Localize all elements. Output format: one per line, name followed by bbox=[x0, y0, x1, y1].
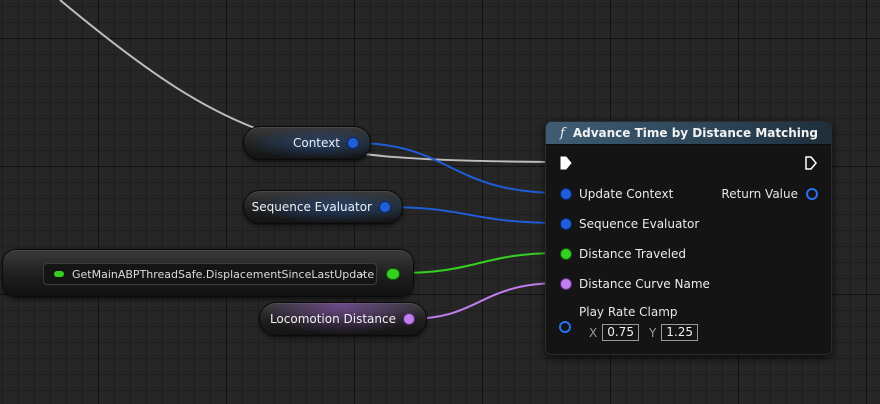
play-rate-clamp-fields: X 0.75 Y 1.25 bbox=[589, 324, 708, 341]
sequence-evaluator-node[interactable]: Sequence Evaluator bbox=[243, 190, 403, 224]
return-value-row[interactable]: Return Value bbox=[721, 187, 818, 201]
displacement-output-pin[interactable] bbox=[387, 269, 399, 279]
distance-curve-name-label: Distance Curve Name bbox=[579, 277, 710, 291]
distance-curve-name-wire bbox=[408, 282, 561, 320]
property-path-label: GetMainABPThreadSafe.DisplacementSinceLa… bbox=[72, 267, 375, 281]
exec-input-pin-icon[interactable] bbox=[560, 156, 572, 170]
clamp-x-label: X bbox=[589, 325, 598, 340]
distance-traveled-pin[interactable] bbox=[561, 249, 571, 259]
update-context-label: Update Context bbox=[579, 187, 674, 201]
function-icon bbox=[54, 271, 64, 277]
play-rate-clamp-label: Play Rate Clamp bbox=[579, 305, 678, 319]
distance-curve-name-row[interactable]: Distance Curve Name bbox=[546, 275, 710, 293]
function-node-title: Advance Time by Distance Matching bbox=[572, 126, 818, 140]
sequence-evaluator-output-pin[interactable] bbox=[380, 202, 390, 212]
sequence-evaluator-input-row[interactable]: Sequence Evaluator bbox=[546, 215, 699, 233]
exec-output-pin-icon[interactable] bbox=[805, 156, 817, 170]
chevron-down-icon: ⌄ bbox=[357, 268, 366, 279]
distance-traveled-wire bbox=[397, 252, 561, 274]
locomotion-distance-node-label: Locomotion Distance bbox=[269, 312, 396, 326]
return-value-label: Return Value bbox=[721, 187, 798, 201]
function-icon: f bbox=[560, 125, 565, 141]
clamp-x-input[interactable]: 0.75 bbox=[602, 324, 639, 341]
update-context-pin[interactable] bbox=[561, 189, 571, 199]
property-access-node[interactable]: GetMainABPThreadSafe.DisplacementSinceLa… bbox=[2, 249, 414, 297]
advance-time-function-node[interactable]: f Advance Time by Distance Matching Upda… bbox=[545, 121, 832, 355]
context-wire bbox=[354, 142, 561, 194]
distance-curve-name-pin[interactable] bbox=[561, 279, 571, 289]
function-node-header[interactable]: f Advance Time by Distance Matching bbox=[546, 122, 831, 145]
sequence-evaluator-node-label: Sequence Evaluator bbox=[251, 200, 372, 214]
distance-traveled-row[interactable]: Distance Traveled bbox=[546, 245, 686, 263]
distance-traveled-label: Distance Traveled bbox=[579, 247, 686, 261]
property-path-dropdown[interactable]: GetMainABPThreadSafe.DisplacementSinceLa… bbox=[43, 263, 377, 285]
sequence-evaluator-input-pin[interactable] bbox=[561, 219, 571, 229]
locomotion-distance-node[interactable]: Locomotion Distance bbox=[259, 302, 427, 336]
locomotion-distance-output-pin[interactable] bbox=[404, 314, 414, 324]
return-value-pin[interactable] bbox=[806, 188, 818, 200]
context-node[interactable]: Context bbox=[243, 126, 371, 160]
update-context-row[interactable]: Update Context bbox=[546, 185, 673, 203]
context-output-pin[interactable] bbox=[348, 138, 358, 148]
clamp-y-input[interactable]: 1.25 bbox=[661, 324, 699, 341]
clamp-y-label: Y bbox=[648, 325, 657, 340]
play-rate-clamp-pin[interactable] bbox=[559, 321, 571, 333]
sequence-evaluator-input-label: Sequence Evaluator bbox=[579, 217, 700, 231]
context-node-label: Context bbox=[292, 136, 340, 150]
sequence-evaluator-wire bbox=[384, 206, 561, 224]
